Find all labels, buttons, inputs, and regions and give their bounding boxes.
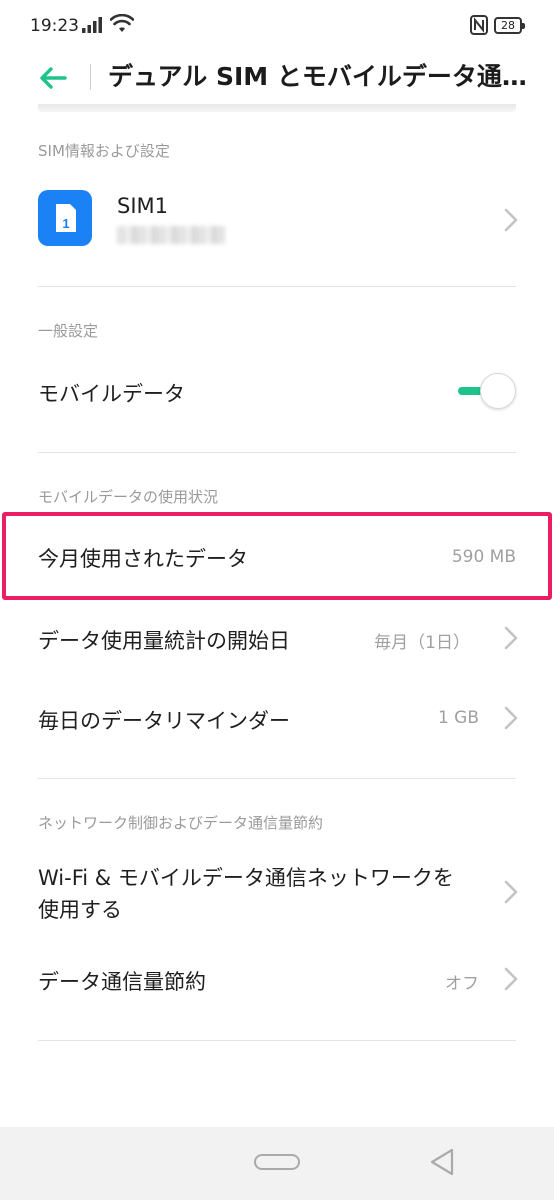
stats-start-date-value: 毎月（1日） <box>374 633 470 653</box>
header-shadow <box>38 104 516 112</box>
status-time: 19:23 <box>30 16 79 36</box>
section-label-network: ネットワーク制御およびデータ通信量節約 <box>38 814 324 832</box>
wifi-mobile-network-row[interactable]: Wi-Fi & モバイルデータ通信ネットワークを 使用する <box>0 848 554 944</box>
divider <box>38 286 516 287</box>
daily-reminder-label: 毎日のデータリマインダー <box>38 709 290 733</box>
wifi-icon <box>110 14 134 32</box>
sim1-title: SIM1 <box>117 194 169 218</box>
stats-start-date-label: データ使用量統計の開始日 <box>38 629 290 653</box>
daily-reminder-row[interactable]: 毎日のデータリマインダー 1 GB <box>0 678 554 758</box>
header-divider <box>90 64 91 90</box>
battery-level: 28 <box>501 19 515 32</box>
home-button[interactable] <box>254 1154 300 1170</box>
chevron-right-icon <box>504 880 518 904</box>
data-saver-value: オフ <box>445 974 479 994</box>
toggle-knob <box>480 373 516 409</box>
battery-icon: 28 <box>494 17 525 34</box>
chevron-right-icon <box>504 706 518 730</box>
status-bar: 19:23 28 <box>0 0 554 54</box>
sim-card-number: 1 <box>62 216 69 231</box>
signal-icon <box>82 17 102 33</box>
divider <box>38 778 516 779</box>
data-saver-label: データ通信量節約 <box>38 970 206 994</box>
section-label-usage: モバイルデータの使用状況 <box>38 488 219 506</box>
daily-reminder-value: 1 GB <box>437 708 479 728</box>
system-nav-bar <box>0 1127 554 1200</box>
wifi-mobile-network-label-line1: Wi-Fi & モバイルデータ通信ネットワークを <box>38 866 454 890</box>
back-button[interactable] <box>30 58 76 98</box>
mobile-data-toggle[interactable] <box>456 373 516 409</box>
arrow-left-icon <box>40 67 67 89</box>
chevron-right-icon <box>504 626 518 650</box>
section-label-general: 一般設定 <box>38 322 99 340</box>
back-triangle-icon[interactable] <box>428 1147 456 1177</box>
sim1-row[interactable]: 1 SIM1 <box>0 170 554 270</box>
section-label-sim: SIM情報および設定 <box>38 142 170 160</box>
chevron-right-icon <box>504 208 518 232</box>
nfc-icon <box>470 15 488 35</box>
stats-start-date-row[interactable]: データ使用量統計の開始日 毎月（1日） <box>0 598 554 678</box>
sim1-number-redacted <box>117 226 225 244</box>
divider <box>38 1040 516 1041</box>
highlight-annotation <box>2 512 552 600</box>
data-saver-row[interactable]: データ通信量節約 オフ <box>0 944 554 1018</box>
mobile-data-label: モバイルデータ <box>38 382 185 406</box>
sim-card-icon: 1 <box>38 190 92 246</box>
chevron-right-icon <box>504 967 518 991</box>
divider <box>38 452 516 453</box>
wifi-mobile-network-label-line2: 使用する <box>38 898 122 922</box>
page-title: デュアル SIM とモバイルデータ通... <box>108 62 528 91</box>
